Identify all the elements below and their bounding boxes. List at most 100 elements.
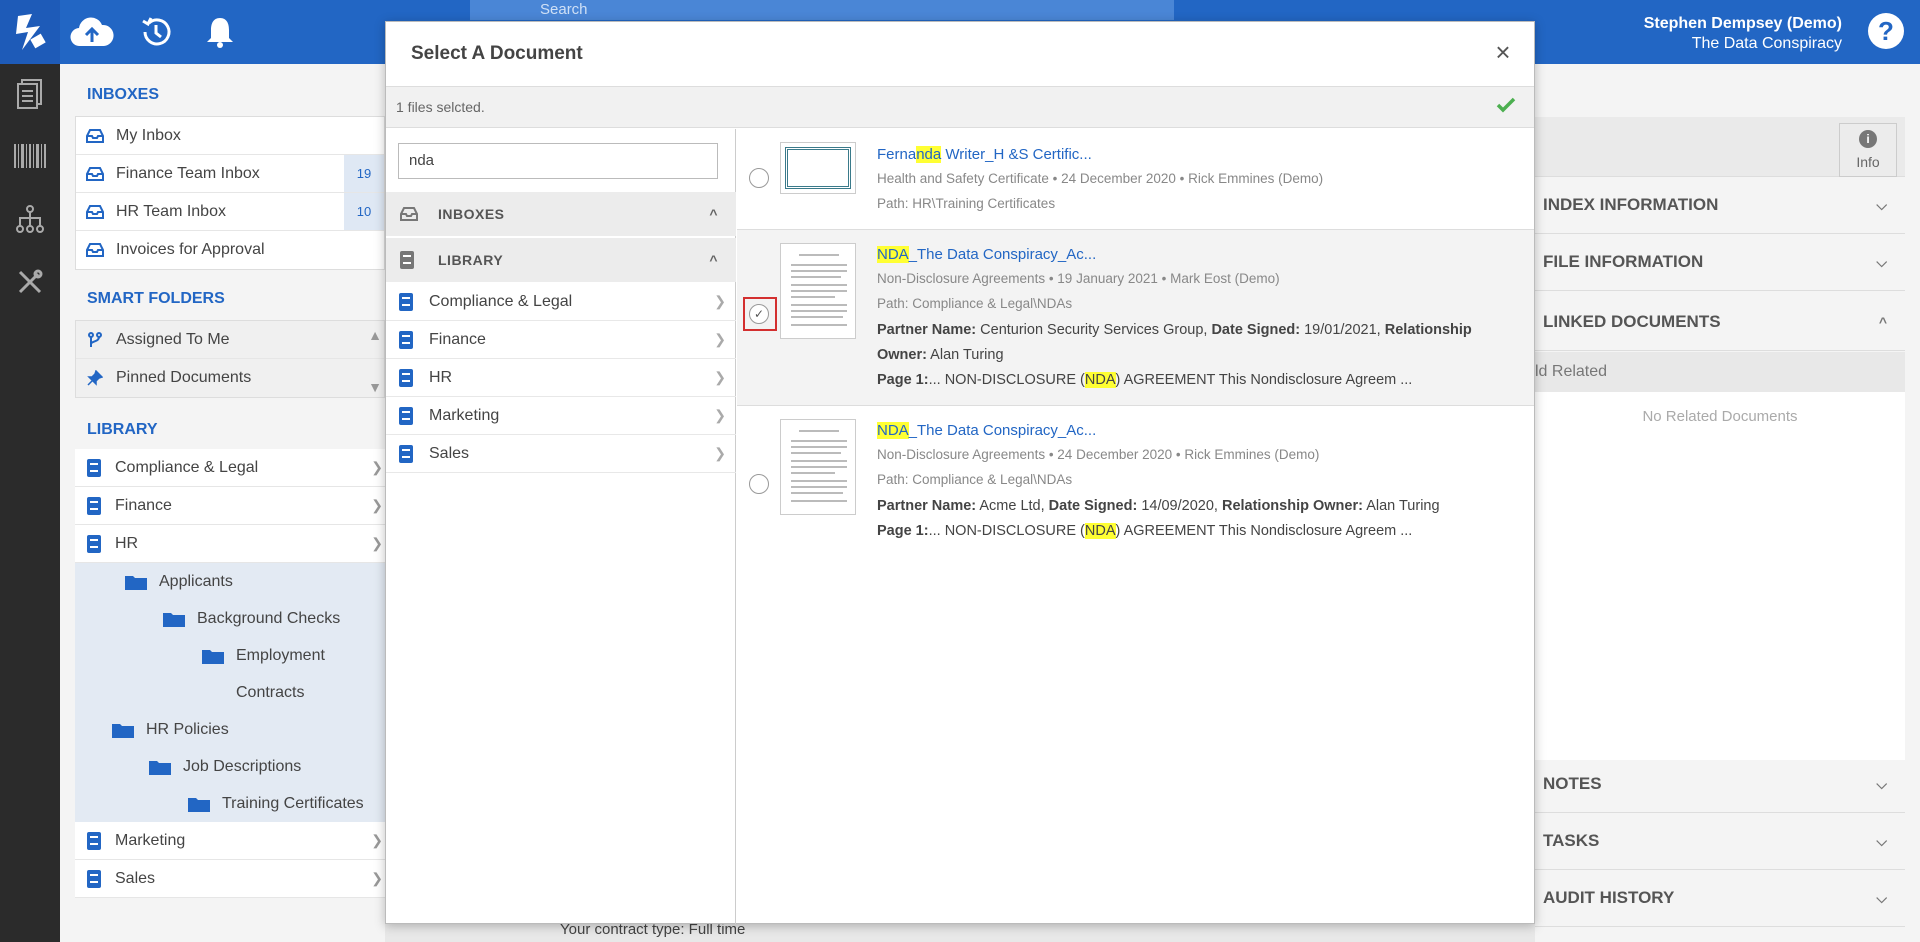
info-button[interactable]: i Info: [1839, 123, 1897, 177]
tree-item-employment[interactable]: Employment: [75, 637, 385, 674]
document-search-input[interactable]: nda: [398, 143, 718, 179]
accordion-linked-documents[interactable]: LINKED DOCUMENTS ^: [1535, 294, 1905, 351]
sidebar-item-pinned-documents[interactable]: Pinned Documents ▼: [76, 359, 384, 397]
inbox-tray-icon: [86, 241, 104, 259]
search-results-pane: Fernanda Writer_H &S Certific... Health …: [737, 129, 1534, 924]
sidebar-item-label: Compliance & Legal: [115, 458, 259, 476]
scroll-up-icon[interactable]: ▲: [368, 327, 382, 343]
accordion-audit-history[interactable]: AUDIT HISTORY ⌵: [1535, 870, 1905, 927]
select-radio[interactable]: [749, 474, 769, 494]
field-label: Partner Name:: [877, 322, 977, 338]
field-value: 19/01/2021,: [1300, 322, 1385, 338]
sidebar-item-invoices-for-approval[interactable]: Invoices for Approval: [76, 231, 384, 269]
sidebar-item-label: Marketing: [115, 831, 186, 849]
notifications-bell-icon[interactable]: [198, 12, 242, 52]
folder-icon: [188, 795, 210, 813]
result-item[interactable]: NDA_The Data Conspiracy_Ac... Non-Disclo…: [737, 406, 1534, 556]
accordion-tasks[interactable]: TASKS ⌵: [1535, 813, 1905, 870]
linked-documents-body: No Related Documents: [1535, 392, 1905, 760]
workflow-icon[interactable]: [14, 203, 46, 235]
sidebar-item-label: HR: [115, 534, 139, 552]
library-item-marketing[interactable]: Marketing ❯: [386, 397, 736, 435]
tree-item-background-checks[interactable]: Background Checks: [75, 600, 385, 637]
library-item-compliance-legal[interactable]: Compliance & Legal ❯: [386, 283, 736, 321]
chevron-right-icon: ❯: [371, 832, 383, 848]
right-panel: i Info INDEX INFORMATION ⌵ FILE INFORMATI…: [1535, 64, 1920, 942]
sidebar-item-compliance-legal[interactable]: Compliance & Legal ❯: [75, 449, 385, 487]
sidebar-item-assigned-to-me[interactable]: Assigned To Me ▲: [76, 321, 384, 359]
app-logo[interactable]: [0, 0, 60, 64]
user-name: Stephen Dempsey (Demo): [1643, 15, 1842, 32]
sidebar: INBOXES My Inbox Finance Team Inbox 19 H…: [60, 64, 385, 942]
tree-item-label: Employment: [236, 646, 325, 664]
result-title[interactable]: NDA_The Data Conspiracy_Ac...: [877, 422, 1096, 439]
close-icon[interactable]: ×: [1492, 39, 1514, 65]
add-related-bar[interactable]: ld Related: [1535, 352, 1905, 392]
branch-icon: [86, 331, 104, 349]
chevron-right-icon: ❯: [714, 293, 726, 309]
sidebar-item-marketing[interactable]: Marketing ❯: [75, 822, 385, 860]
tree-item-job-descriptions[interactable]: Job Descriptions: [75, 748, 385, 785]
result-index-fields: Partner Name: Centurion Security Service…: [877, 318, 1517, 368]
barcode-icon[interactable]: [14, 140, 46, 172]
tree-item-training-certificates[interactable]: Training Certificates: [75, 785, 385, 822]
sidebar-item-hr-team-inbox[interactable]: HR Team Inbox 10: [76, 193, 384, 231]
group-inboxes[interactable]: INBOXES ^: [386, 192, 736, 236]
library-item-hr[interactable]: HR ❯: [386, 359, 736, 397]
group-library[interactable]: LIBRARY ^: [386, 238, 736, 282]
sidebar-item-hr[interactable]: HR ❯: [75, 525, 385, 563]
sidebar-item-label: My Inbox: [116, 126, 181, 144]
tools-icon[interactable]: [14, 266, 46, 298]
sidebar-item-label: Finance Team Inbox: [116, 164, 260, 182]
documents-icon[interactable]: [14, 78, 46, 110]
snippet-text: ) AGREEMENT This Nondisclosure Agreem ..…: [1115, 372, 1413, 388]
tree-item-label: HR Policies: [146, 720, 229, 738]
result-path: Path: HR\Training Certificates: [877, 196, 1056, 211]
chevron-down-icon: ⌵: [1876, 889, 1887, 906]
help-button[interactable]: ?: [1868, 13, 1904, 49]
modal-navigation-pane: nda INBOXES ^ LIBRARY ^ Compliance & Leg…: [386, 129, 736, 924]
snippet-highlight: NDA: [1084, 372, 1116, 388]
accordion-index-information[interactable]: INDEX INFORMATION ⌵: [1535, 177, 1905, 234]
sidebar-item-finance[interactable]: Finance ❯: [75, 487, 385, 525]
confirm-check-icon[interactable]: [1496, 97, 1516, 116]
global-search-input[interactable]: Search: [470, 0, 1174, 20]
history-icon[interactable]: [134, 12, 178, 52]
result-item-selected[interactable]: ✓ NDA_The Data Conspiracy_Ac... Non-Disc…: [737, 230, 1534, 406]
tree-item-contracts[interactable]: Contracts: [75, 674, 385, 711]
cabinet-icon: [399, 368, 415, 387]
result-title[interactable]: NDA_The Data Conspiracy_Ac...: [877, 246, 1096, 263]
cabinet-icon: [399, 292, 415, 311]
tree-item-hr-policies[interactable]: HR Policies: [75, 711, 385, 748]
select-radio[interactable]: ✓: [749, 304, 769, 324]
library-item-finance[interactable]: Finance ❯: [386, 321, 736, 359]
accordion-notes[interactable]: NOTES ⌵: [1535, 756, 1905, 813]
field-label: Date Signed:: [1048, 498, 1138, 514]
result-item[interactable]: Fernanda Writer_H &S Certific... Health …: [737, 129, 1534, 230]
accordion-file-information[interactable]: FILE INFORMATION ⌵: [1535, 234, 1905, 291]
user-info[interactable]: Stephen Dempsey (Demo) The Data Conspira…: [1644, 14, 1842, 54]
field-label: Partner Name:: [877, 498, 977, 514]
accordion-label: INDEX INFORMATION: [1543, 195, 1719, 214]
field-value: 14/09/2020,: [1137, 498, 1222, 514]
tree-item-label: Training Certificates: [222, 794, 364, 812]
tree-item-applicants[interactable]: Applicants: [75, 563, 385, 600]
select-radio[interactable]: [749, 168, 769, 188]
sidebar-item-label: HR Team Inbox: [116, 202, 226, 220]
sidebar-item-sales[interactable]: Sales ❯: [75, 860, 385, 898]
scroll-down-icon[interactable]: ▼: [368, 379, 382, 395]
cabinet-icon: [85, 869, 103, 888]
library-item-sales[interactable]: Sales ❯: [386, 435, 736, 473]
upload-cloud-icon[interactable]: [70, 12, 114, 52]
chevron-down-icon: ⌵: [1876, 775, 1887, 792]
chevron-down-icon: ⌵: [1876, 253, 1887, 270]
library-list: Compliance & Legal ❯ Finance ❯ HR ❯ Appl…: [75, 449, 385, 898]
cabinet-icon: [399, 330, 415, 349]
inboxes-heading: INBOXES: [87, 86, 160, 103]
result-title[interactable]: Fernanda Writer_H &S Certific...: [877, 146, 1092, 163]
sidebar-item-my-inbox[interactable]: My Inbox: [76, 117, 384, 155]
sidebar-item-finance-team-inbox[interactable]: Finance Team Inbox 19: [76, 155, 384, 193]
folder-icon: [149, 758, 171, 776]
count-badge: 10: [344, 193, 384, 230]
sidebar-item-label: Finance: [115, 496, 172, 514]
